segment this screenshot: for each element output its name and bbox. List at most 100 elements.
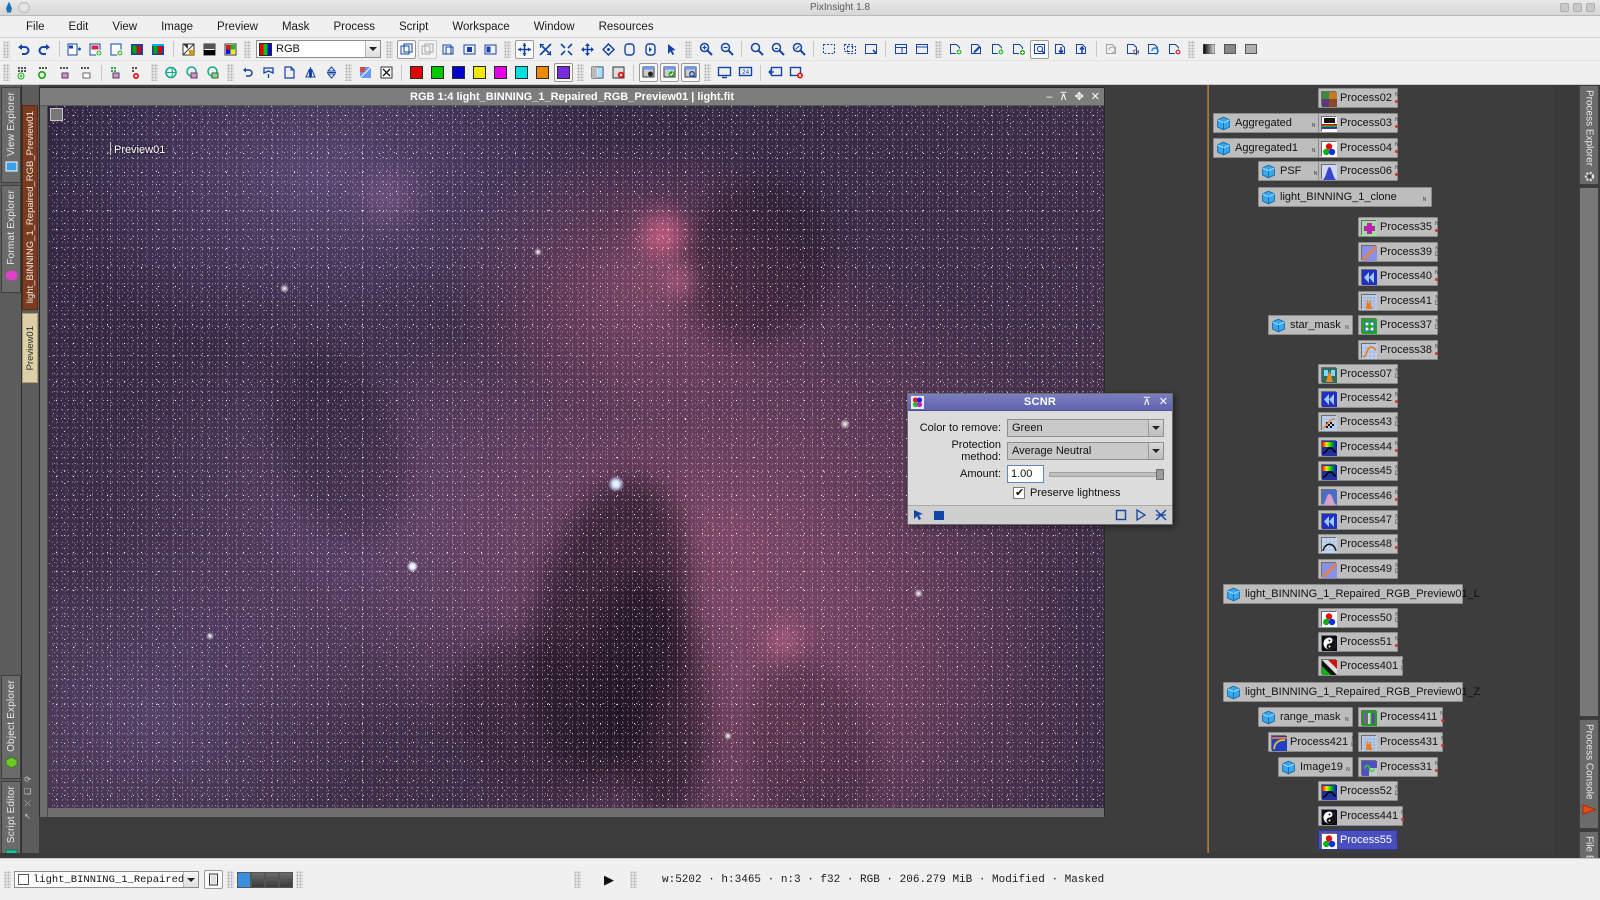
preview-mode-icon[interactable] <box>641 40 660 59</box>
swatch-orange[interactable] <box>533 63 552 82</box>
collapse-icon[interactable]: ⊼ <box>1143 395 1151 409</box>
process-node[interactable]: Process401 N D <box>1318 656 1405 676</box>
process-node[interactable]: PSF N <box>1258 161 1323 181</box>
pointer-mode-icon[interactable] <box>662 40 681 59</box>
view-tab-active[interactable]: light_BINNING_1_Repaired_RGB_Preview01 <box>22 105 38 310</box>
sidebar-item-object-explorer[interactable]: Object Explorer <box>1 675 21 779</box>
process-node[interactable]: Process04 N <box>1318 138 1399 158</box>
close-icon[interactable]: ✕ <box>1091 91 1100 103</box>
process-node[interactable]: Process48 N <box>1318 534 1399 554</box>
redo-flag-icon[interactable] <box>259 63 278 82</box>
process-node[interactable]: Process55 N D <box>1318 830 1399 850</box>
collapse-small-icon[interactable]: ⤫ <box>24 799 30 809</box>
global-reset-icon[interactable] <box>204 63 223 82</box>
undo-arrow-icon[interactable] <box>238 63 257 82</box>
menu-script[interactable]: Script <box>387 19 440 35</box>
preview-down-icon[interactable] <box>1051 40 1070 59</box>
image-corner-button[interactable] <box>50 108 63 121</box>
undo-icon[interactable] <box>14 40 33 59</box>
chevron-down-icon[interactable] <box>183 872 198 887</box>
zoom-in-icon[interactable] <box>696 40 715 59</box>
process-node[interactable]: Process411 N <box>1358 707 1444 727</box>
process-node[interactable]: Process37 N D <box>1358 315 1439 335</box>
zoom-out-icon[interactable] <box>717 40 736 59</box>
menu-preview[interactable]: Preview <box>205 19 270 35</box>
select-rect-icon[interactable] <box>861 40 880 59</box>
process-node[interactable]: Process35 N <box>1358 217 1439 237</box>
process-node[interactable]: Process06 N <box>1318 161 1399 181</box>
screen-transfer-icon[interactable] <box>179 40 198 59</box>
process-node[interactable]: Process44 N <box>1318 437 1399 457</box>
monitor-24-icon[interactable]: 24 <box>736 63 755 82</box>
process-node[interactable]: Process02 N <box>1318 88 1399 108</box>
mask-zoom-icon[interactable] <box>681 63 700 82</box>
process-node[interactable]: Process52 N D <box>1318 781 1399 801</box>
new-image-icon[interactable] <box>65 40 84 59</box>
image-properties-icon[interactable] <box>149 40 168 59</box>
cascade-windows-icon[interactable] <box>912 40 931 59</box>
edit-preview-icon[interactable] <box>967 40 986 59</box>
swatch-violet[interactable] <box>554 63 573 82</box>
light-gradient-icon[interactable] <box>1220 40 1239 59</box>
menu-window[interactable]: Window <box>522 19 587 35</box>
toolbar-grip[interactable] <box>151 64 158 81</box>
channel-swatch-1[interactable] <box>251 871 265 888</box>
toolbar-grip[interactable] <box>504 40 511 58</box>
menu-workspace[interactable]: Workspace <box>440 19 521 35</box>
process-node[interactable]: Process03 N <box>1318 113 1399 133</box>
new-instance-icon[interactable] <box>1114 509 1127 522</box>
process-node[interactable]: Process50 N D <box>1318 608 1399 628</box>
view-tab-tools[interactable]: ⟳ ❏ ⤫ ↖ <box>24 775 31 821</box>
new-preview-icon[interactable] <box>946 40 965 59</box>
chevron-down-icon[interactable] <box>365 41 380 57</box>
sidebar-item-process-explorer[interactable]: Process Explorer <box>1579 85 1599 185</box>
color-to-remove-select[interactable]: Green <box>1007 419 1164 437</box>
amount-input[interactable]: 1.00 <box>1007 465 1044 483</box>
process-new-icon[interactable] <box>35 63 54 82</box>
amount-slider[interactable] <box>1049 465 1164 483</box>
process-node[interactable]: star_mask N <box>1268 315 1353 335</box>
channel-combo[interactable]: RGB <box>256 40 381 58</box>
process-node[interactable]: light_BINNING_1_Repaired_RGB_Preview01_Z… <box>1223 682 1487 702</box>
zoom-1-1-icon[interactable] <box>747 40 766 59</box>
process-node[interactable]: Aggregated N <box>1213 113 1321 133</box>
right-dock-active-strip[interactable] <box>1579 187 1599 717</box>
toolbar-grip[interactable] <box>704 64 711 81</box>
redo-icon[interactable] <box>35 40 54 59</box>
slider-knob[interactable] <box>1156 469 1164 480</box>
process-node[interactable]: Process43 N D <box>1318 412 1399 432</box>
undo-preview-icon[interactable] <box>1102 40 1121 59</box>
toolbar-grip[interactable] <box>3 40 10 58</box>
monitor-icon[interactable] <box>715 63 734 82</box>
pan-mode-icon[interactable] <box>515 39 534 59</box>
image-window-titlebar[interactable]: RGB 1:4 light_BINNING_1_Repaired_RGB_Pre… <box>40 88 1104 106</box>
mask-mode-icon[interactable] <box>620 40 639 59</box>
swatch-green[interactable] <box>428 63 447 82</box>
sidebar-item-view-explorer[interactable]: View Explorer <box>1 87 21 183</box>
process-node[interactable]: Process46 N <box>1318 486 1399 506</box>
mask-enable-icon[interactable] <box>660 63 679 82</box>
apply-arrow-icon[interactable] <box>913 509 926 522</box>
preserve-lightness-row[interactable]: Preserve lightness <box>916 486 1164 499</box>
process-node[interactable]: Process47 N D <box>1318 510 1399 530</box>
minimize-button[interactable] <box>1560 3 1569 12</box>
swatch-magenta[interactable] <box>491 63 510 82</box>
preserve-lightness-checkbox[interactable] <box>1013 486 1025 499</box>
process-node[interactable]: Process40 N <box>1358 266 1439 286</box>
swatch-cyan[interactable] <box>512 63 531 82</box>
process-node[interactable]: Aggregated1 N <box>1213 138 1321 158</box>
view-selector[interactable]: light_BINNING_1_Repaired_R <box>14 871 199 888</box>
close-view-icon[interactable] <box>481 40 500 59</box>
scnr-dialog[interactable]: SCNR ⊼ ✕ Color to remove: Green Protecti… <box>907 393 1173 525</box>
delete-preview-icon[interactable] <box>1165 40 1184 59</box>
toolbar-grip[interactable] <box>1188 40 1195 58</box>
menu-mask[interactable]: Mask <box>270 19 321 35</box>
process-node[interactable]: Process38 N <box>1358 340 1439 360</box>
process-node[interactable]: Image19 N <box>1278 757 1353 777</box>
process-node[interactable]: Process49 N D <box>1318 559 1399 579</box>
swap-icon[interactable] <box>322 63 341 82</box>
chevron-down-icon[interactable] <box>1148 420 1163 436</box>
statusbar-grip[interactable] <box>574 871 581 888</box>
scnr-titlebar[interactable]: SCNR ⊼ ✕ <box>908 394 1172 411</box>
mask-remove-icon[interactable] <box>609 63 628 82</box>
